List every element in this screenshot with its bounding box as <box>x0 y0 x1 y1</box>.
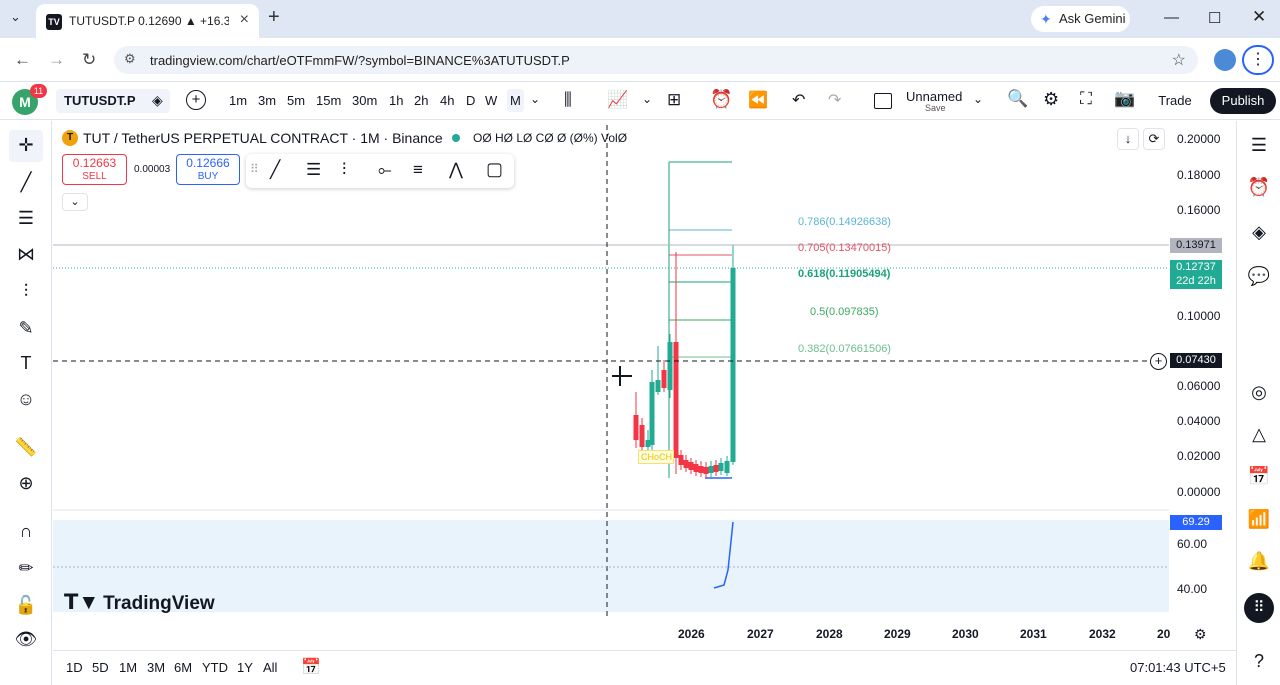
range-YTD[interactable]: YTD <box>202 660 228 675</box>
time-tick: 20 <box>1157 627 1171 641</box>
price-tick: 0.04000 <box>1177 414 1221 428</box>
draw-path-icon[interactable]: ⋀ <box>449 160 463 180</box>
scroll-down-icon[interactable]: ↓ <box>1117 128 1139 150</box>
candle-body <box>639 425 645 447</box>
floating-drawing-toolbar: ⠿ ╱ ☰ ⫶ ⟜ ≡ ⋀ ▢ <box>246 154 514 188</box>
range-5D[interactable]: 5D <box>92 660 109 675</box>
time-tick: 2029 <box>884 627 911 641</box>
candle-body <box>730 268 736 462</box>
fib-label-0618[interactable]: 0.618(0.11905494) <box>798 268 890 280</box>
candle-body <box>673 342 679 458</box>
draw-channel-icon[interactable]: ≡ <box>413 160 423 180</box>
range-3M[interactable]: 3M <box>147 660 165 675</box>
price-tick: 0.18000 <box>1177 168 1221 182</box>
candle-body <box>718 463 724 471</box>
range-All[interactable]: All <box>263 660 277 675</box>
bottom-toolbar <box>53 650 1236 685</box>
range-6M[interactable]: 6M <box>174 660 192 675</box>
candle-body <box>683 460 689 468</box>
candle-body <box>649 382 655 445</box>
candle-body <box>667 342 673 390</box>
candle-body <box>678 455 684 465</box>
time-tick: 2026 <box>678 627 705 641</box>
candle-body <box>698 466 704 473</box>
crosshair-price-label: 0.07430 <box>1170 353 1222 368</box>
candle-body <box>724 461 730 473</box>
date-range-calendar-icon[interactable]: 📅 <box>301 657 321 677</box>
fib-label-0382[interactable]: 0.382(0.07661506) <box>798 343 891 355</box>
clock-timezone[interactable]: 07:01:43 UTC+5 <box>1130 660 1226 675</box>
legend-collapse-icon[interactable]: ⌄ <box>62 193 88 211</box>
time-tick: 2028 <box>816 627 843 641</box>
sell-button[interactable]: 0.12663 SELL <box>62 154 127 185</box>
rsi-tick: 60.00 <box>1177 537 1208 551</box>
price-tick: 0.10000 <box>1177 309 1221 323</box>
price-tick: 0.16000 <box>1177 203 1221 217</box>
candle-body <box>655 380 661 392</box>
time-tick: 2032 <box>1089 627 1116 641</box>
price-tick: 0.02000 <box>1177 449 1221 463</box>
current-price-label: 0.12737 22d 22h <box>1170 260 1222 289</box>
coin-logo-icon: T <box>62 130 78 146</box>
time-tick: 2030 <box>952 627 979 641</box>
time-tick: 2031 <box>1020 627 1047 641</box>
price-tick: 0.00000 <box>1177 485 1221 499</box>
last-price-label: 0.13971 <box>1170 238 1222 253</box>
drag-handle-icon[interactable]: ⠿ <box>250 162 259 176</box>
rsi-tick: 40.00 <box>1177 582 1208 596</box>
candle-body <box>708 466 714 473</box>
chart-svg <box>53 125 1169 620</box>
range-1M[interactable]: 1M <box>119 660 137 675</box>
fib-label-0705[interactable]: 0.705(0.13470015) <box>798 242 891 254</box>
candle-body <box>633 415 639 440</box>
choch-annotation[interactable]: CHoCH <box>638 450 674 464</box>
draw-fib-icon[interactable]: ☰ <box>306 160 321 180</box>
tradingview-watermark: 𝗧▼ TradingView <box>64 591 215 614</box>
spread-value: 0.00003 <box>134 164 171 175</box>
axis-settings-gear-icon[interactable]: ⚙ <box>1194 626 1207 643</box>
ohlc-values: OØ HØ LØ CØ Ø (Ø%) VolØ <box>473 131 628 145</box>
candle-body <box>661 370 667 388</box>
draw-rect-icon[interactable]: ▢ <box>486 159 503 180</box>
candle-body <box>713 465 719 472</box>
market-status-icon <box>452 134 460 142</box>
range-1D[interactable]: 1D <box>66 660 83 675</box>
fib-label-0786[interactable]: 0.786(0.14926638) <box>798 216 891 228</box>
candle-body <box>688 462 694 470</box>
draw-levels-icon[interactable]: ⫶ <box>342 160 346 180</box>
price-tick: 0.20000 <box>1177 132 1221 146</box>
sync-icon[interactable]: ⟳ <box>1143 128 1165 150</box>
add-alert-plus-icon[interactable]: + <box>1150 353 1167 370</box>
rsi-line <box>713 521 734 589</box>
candle-body <box>693 464 699 472</box>
chart-title[interactable]: TUT / TetherUS PERPETUAL CONTRACT · 1M ·… <box>83 130 443 146</box>
tradingview-logo-icon: 𝗧▼ <box>64 591 100 614</box>
time-tick: 2027 <box>747 627 774 641</box>
price-tick: 0.06000 <box>1177 379 1221 393</box>
fib-label-05[interactable]: 0.5(0.097835) <box>810 306 879 318</box>
draw-trendline-icon[interactable]: ╱ <box>270 160 280 180</box>
range-1Y[interactable]: 1Y <box>237 660 253 675</box>
rsi-value-label: 69.29 <box>1170 515 1222 530</box>
draw-hline-icon[interactable]: ⟜ <box>378 160 392 180</box>
candle-body <box>703 467 709 474</box>
buy-button[interactable]: 0.12666 BUY <box>176 154 240 185</box>
